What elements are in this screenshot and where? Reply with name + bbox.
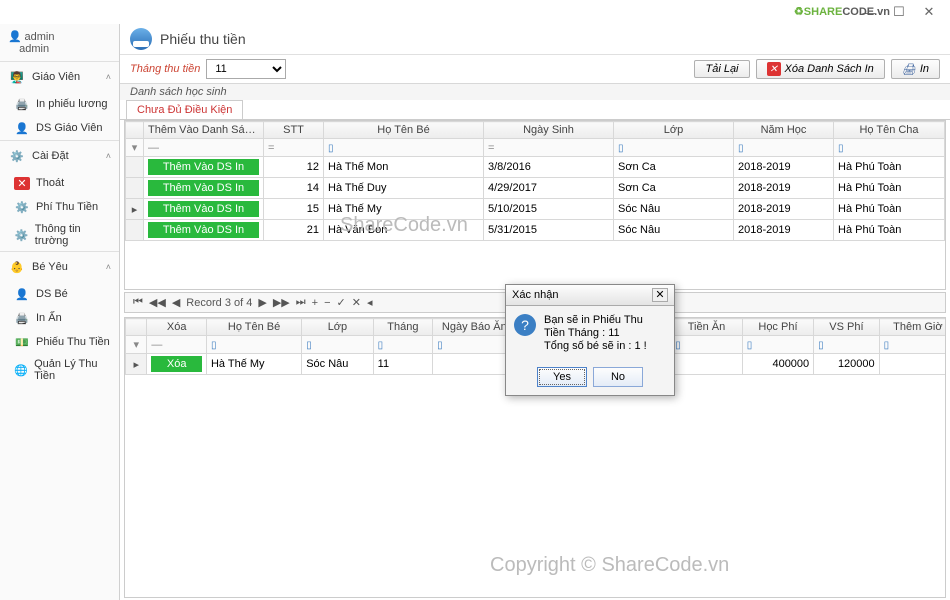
tabstrip: Chưa Đủ Điều Kiện [120,100,950,120]
grid1-header-row: Thêm Vào Danh Sách In STT Họ Tên Bé Ngày… [126,122,945,139]
next-page-icon[interactable]: ▶▶ [273,296,290,309]
brand-logo: ♻SHARECODE.vn [794,2,890,19]
printer-icon: 🖨 [902,62,916,76]
exit-icon: ✕ [14,175,30,191]
dialog-message: Bạn sẽ in Phiếu Thu Tiền Tháng : 11 Tổng… [544,314,666,353]
recycle-icon: ♻ [794,6,804,18]
user-icon: 👤 [14,120,30,136]
sidebar: 👤 admin admin 👨‍🏫 Giáo Viên ˄ 🖨️In phiếu… [0,24,120,600]
nav-item-thong-tin-truong[interactable]: ⚙️Thông tin trường [0,219,119,251]
col-lop[interactable]: Lớp [614,122,734,139]
dialog-close-button[interactable]: ✕ [652,288,668,302]
next-icon[interactable]: ▶ [258,296,266,309]
col-add[interactable]: Thêm Vào Danh Sách In [144,122,264,139]
teacher-icon: 👨‍🏫 [8,68,26,86]
user-name: admin [24,31,54,43]
tab-chua-du-dieu-kien[interactable]: Chưa Đủ Điều Kiện [126,100,243,119]
grid1-row[interactable]: ▸Thêm Vào DS In15Hà Thế My5/10/2015Sóc N… [126,199,945,220]
nav-item-ds-be[interactable]: 👤DS Bé [0,282,119,306]
col-nh[interactable]: Năm Học [734,122,834,139]
confirm-dialog: Xác nhận ✕ ? Bạn sẽ in Phiếu Thu Tiền Th… [505,284,675,396]
delete-button[interactable]: Xóa [151,356,202,372]
close-button[interactable]: ✕ [914,2,944,22]
print-button[interactable]: 🖨In [891,59,940,79]
nav-section-giao-vien[interactable]: 👨‍🏫 Giáo Viên ˄ [0,62,119,92]
nav-section-cai-dat[interactable]: ⚙️ Cài Đặt ˄ [0,141,119,171]
nav-item-ds-giao-vien[interactable]: 👤DS Giáo Viên [0,116,119,140]
chevron-up-icon: ˄ [106,72,111,82]
nav-item-thoat[interactable]: ✕Thoát [0,171,119,195]
main-panel: Phiếu thu tiền Tháng thu tiền 11 Tải Lại… [120,24,950,600]
yes-button[interactable]: Yes [537,367,587,387]
titlebar: ♻SHARECODE.vn — ☐ ✕ [0,0,950,24]
nav-item-phi-thu-tien[interactable]: ⚙️Phí Thu Tiền [0,195,119,219]
grid1: Thêm Vào Danh Sách In STT Họ Tên Bé Ngày… [124,120,946,290]
add-to-print-button[interactable]: Thêm Vào DS In [148,222,259,238]
user-box: 👤 admin admin [0,24,119,61]
prev-page-icon[interactable]: ◀◀ [149,296,166,309]
grid1-filter-row[interactable]: ▾—=▯=▯▯▯ [126,139,945,157]
gear-icon: ⚙️ [14,227,29,243]
no-button[interactable]: No [593,367,643,387]
x-icon: ✕ [767,62,781,76]
nav-item-quan-ly-thu-tien[interactable]: 🌐Quản Lý Thu Tiền [0,354,119,386]
page-title: Phiếu thu tiền [160,31,246,47]
user-icon: 👤 [14,286,30,302]
prev-icon[interactable]: ◀ [172,296,180,309]
col-stt[interactable]: STT [264,122,324,139]
last-icon[interactable]: ⏭ [296,296,306,309]
col-cha[interactable]: Họ Tên Cha [834,122,945,139]
add-to-print-button[interactable]: Thêm Vào DS In [148,159,259,175]
grid1-section-label: Danh sách học sinh [120,84,950,100]
col-ten[interactable]: Họ Tên Bé [324,122,484,139]
dialog-titlebar[interactable]: Xác nhận ✕ [506,285,674,306]
add-to-print-button[interactable]: Thêm Vào DS In [148,180,259,196]
gear-icon: ⚙️ [8,147,26,165]
gear-icon: ⚙️ [14,199,30,215]
nav-item-in-phieu-luong[interactable]: 🖨️In phiếu lương [0,92,119,116]
nav-section-be-yeu[interactable]: 👶 Bé Yêu ˄ [0,252,119,282]
globe-icon: 🌐 [14,362,28,378]
grid1-row[interactable]: Thêm Vào DS In21Hà Văn Bon5/31/2015Sóc N… [126,220,945,241]
page-header: Phiếu thu tiền [120,24,950,55]
question-icon: ? [514,314,536,336]
chevron-up-icon: ˄ [106,262,111,272]
nav-item-phieu-thu-tien[interactable]: 💵Phiếu Thu Tiền [0,330,119,354]
user-role: admin [19,43,49,55]
baby-icon: 👶 [8,258,26,276]
page-icon [130,28,152,50]
clear-print-button[interactable]: ✕Xóa Danh Sách In [756,59,885,79]
money-icon: 💵 [14,334,30,350]
printer-icon: 🖨️ [14,310,30,326]
grid1-row[interactable]: Thêm Vào DS In14Hà Thế Duy4/29/2017Sơn C… [126,178,945,199]
user-icon: 👤 [8,31,22,43]
month-label: Tháng thu tiền [130,63,200,75]
nav-item-in-an[interactable]: 🖨️In Ấn [0,306,119,330]
first-icon[interactable]: ⏮ [133,296,143,309]
dialog-title: Xác nhận [512,289,558,301]
reload-button[interactable]: Tải Lại [694,60,749,78]
toolbar: Tháng thu tiền 11 Tải Lại ✕Xóa Danh Sách… [120,55,950,84]
chevron-up-icon: ˄ [106,151,111,161]
pager-text: Record 3 of 4 [186,297,252,309]
col-ns[interactable]: Ngày Sinh [484,122,614,139]
grid1-row[interactable]: Thêm Vào DS In12Hà Thế Mon3/8/2016Sơn Ca… [126,157,945,178]
month-select[interactable]: 11 [206,59,286,79]
add-to-print-button[interactable]: Thêm Vào DS In [148,201,259,217]
printer-icon: 🖨️ [14,96,30,112]
